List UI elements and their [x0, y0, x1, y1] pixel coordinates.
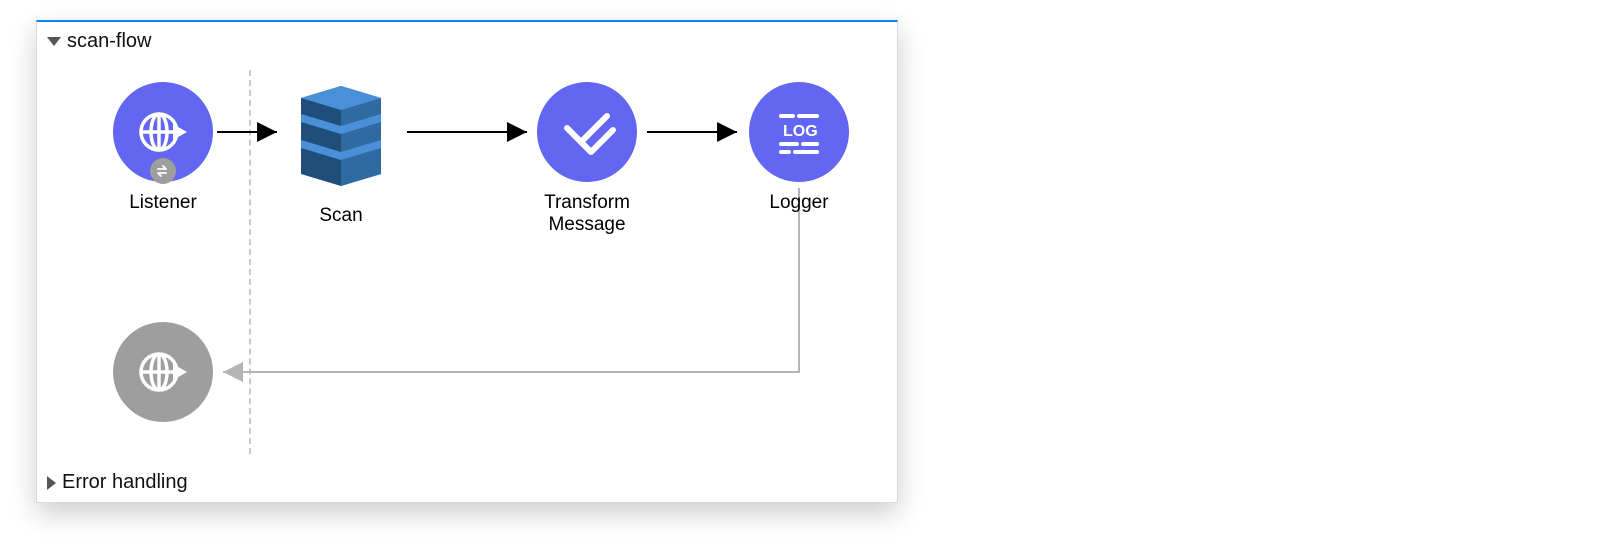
caret-down-icon: [47, 37, 61, 46]
svg-text:LOG: LOG: [783, 123, 818, 140]
node-listener[interactable]: Listener: [103, 82, 223, 214]
node-transform-message[interactable]: Transform Message: [497, 82, 677, 236]
flow-panel: scan-flow: [36, 20, 898, 503]
flow-header[interactable]: scan-flow: [47, 30, 151, 53]
logger-icon: LOG: [749, 82, 849, 182]
scan-label: Scan: [281, 205, 401, 227]
listener-label: Listener: [103, 192, 223, 214]
canvas-stage: scan-flow: [0, 0, 1620, 544]
response-icon: [113, 322, 213, 422]
database-icon: [281, 78, 401, 195]
node-response[interactable]: [103, 322, 223, 422]
logger-label: Logger: [739, 192, 859, 214]
transform-icon: [537, 82, 637, 182]
transform-label: Transform Message: [497, 192, 677, 236]
error-handling-header[interactable]: Error handling: [47, 471, 188, 494]
node-logger[interactable]: LOG Logger: [739, 82, 859, 214]
flow-title: scan-flow: [67, 30, 151, 53]
error-handling-label: Error handling: [62, 471, 188, 494]
source-divider: [249, 70, 251, 454]
caret-right-icon: [47, 476, 56, 490]
exchange-badge-icon: [150, 158, 176, 184]
node-scan[interactable]: Scan: [281, 78, 401, 227]
